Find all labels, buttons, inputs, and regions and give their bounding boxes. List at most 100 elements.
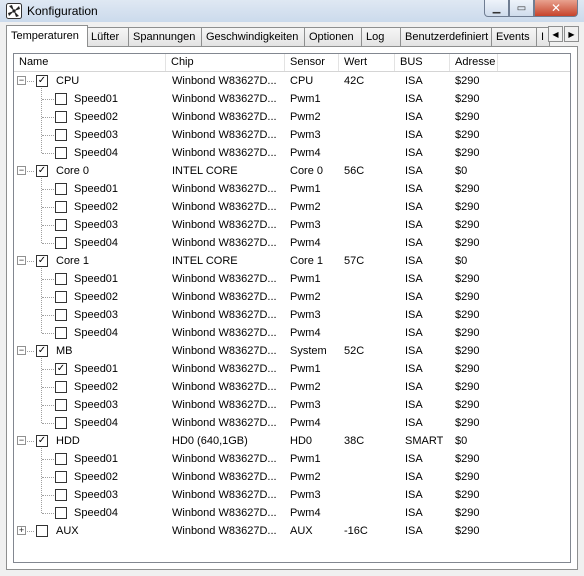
tab-optionen[interactable]: Optionen — [304, 27, 362, 46]
bus-cell: ISA — [405, 165, 423, 177]
collapse-icon[interactable]: − — [17, 346, 26, 355]
speed-checkbox[interactable] — [55, 237, 67, 249]
chip-cell: Winbond W83627D... — [172, 345, 277, 357]
speed-checkbox[interactable] — [55, 93, 67, 105]
speed-checkbox[interactable] — [55, 147, 67, 159]
sensor-cell: Pwm2 — [290, 381, 321, 393]
tree-child-row[interactable]: Speed03 Winbond W83627D... Pwm3 ISA $290 — [14, 396, 570, 414]
tab-geschwindigkeiten[interactable]: Geschwindigkeiten — [201, 27, 305, 46]
collapse-icon[interactable]: − — [17, 256, 26, 265]
maximize-button[interactable]: ▭ — [509, 0, 534, 17]
adresse-cell: $290 — [455, 237, 480, 249]
adresse-cell: $0 — [455, 165, 468, 177]
sensor-checkbox[interactable]: ✓ — [36, 165, 48, 177]
adresse-cell: $290 — [455, 219, 480, 231]
collapse-icon[interactable]: − — [17, 436, 26, 445]
tree-node-row[interactable]: + AUX Winbond W83627D... AUX -16C ISA $290 — [14, 522, 570, 540]
tree-node-row[interactable]: − ✓ HDD HD0 (640,1GB) HD0 38C SMART $0 — [14, 432, 570, 513]
close-button[interactable]: ✕ — [534, 0, 578, 17]
speed-checkbox[interactable] — [55, 183, 67, 195]
tree-child-row[interactable]: Speed04 Winbond W83627D... Pwm4 ISA $290 — [14, 234, 570, 252]
tab-benutzerdefiniert[interactable]: Benutzerdefiniert — [400, 27, 492, 46]
speed-checkbox[interactable] — [55, 489, 67, 501]
column-header-bus[interactable]: BUS — [395, 54, 450, 71]
tree-node-row[interactable]: − ✓ Core 0 INTEL CORE Core 0 56C ISA $0 — [14, 162, 570, 243]
tab-scroll-left-button[interactable]: ◀ — [548, 26, 563, 42]
collapse-icon[interactable]: − — [17, 76, 26, 85]
tree-child-row[interactable]: Speed01 Winbond W83627D... Pwm1 ISA $290 — [14, 90, 570, 108]
tree-child-row[interactable]: Speed01 Winbond W83627D... Pwm1 ISA $290 — [14, 270, 570, 288]
sensor-cell: Pwm1 — [290, 273, 321, 285]
speed-checkbox[interactable] — [55, 399, 67, 411]
tree-child-row[interactable]: Speed03 Winbond W83627D... Pwm3 ISA $290 — [14, 216, 570, 234]
tree-node-row[interactable]: − ✓ MB Winbond W83627D... System 52C ISA $290 — [14, 342, 570, 423]
sensor-checkbox[interactable]: ✓ — [36, 345, 48, 357]
speed-checkbox[interactable] — [55, 291, 67, 303]
bus-cell: ISA — [405, 525, 423, 537]
tree-child-row[interactable]: Speed03 Winbond W83627D... Pwm3 ISA $290 — [14, 126, 570, 144]
speed-checkbox[interactable] — [55, 201, 67, 213]
tree-child-row[interactable]: Speed02 Winbond W83627D... Pwm2 ISA $290 — [14, 198, 570, 216]
adresse-cell: $290 — [455, 345, 480, 357]
tree-node-row[interactable]: − ✓ CPU Winbond W83627D... CPU 42C ISA $290 — [14, 72, 570, 153]
column-header-wert[interactable]: Wert — [339, 54, 395, 71]
speed-name: Speed04 — [74, 237, 119, 249]
tab-log[interactable]: Log — [361, 27, 401, 46]
speed-checkbox[interactable] — [55, 111, 67, 123]
speed-checkbox[interactable] — [55, 507, 67, 519]
speed-checkbox[interactable]: ✓ — [55, 363, 67, 375]
sensor-cell: Pwm2 — [290, 111, 321, 123]
tree-child-row[interactable]: Speed03 Winbond W83627D... Pwm3 ISA $290 — [14, 486, 570, 504]
tree-child-row[interactable]: Speed04 Winbond W83627D... Pwm4 ISA $290 — [14, 324, 570, 342]
tree-child-row[interactable]: Speed04 Winbond W83627D... Pwm4 ISA $290 — [14, 414, 570, 432]
tree-child-row[interactable]: Speed04 Winbond W83627D... Pwm4 ISA $290 — [14, 504, 570, 522]
sensor-checkbox[interactable]: ✓ — [36, 435, 48, 447]
sensor-checkbox[interactable]: ✓ — [36, 255, 48, 267]
tab-temperaturen[interactable]: Temperaturen — [6, 25, 88, 47]
adresse-cell: $290 — [455, 111, 480, 123]
speed-checkbox[interactable] — [55, 129, 67, 141]
tab-scroll-right-button[interactable]: ▶ — [564, 26, 579, 42]
column-header-chip[interactable]: Chip — [166, 54, 285, 71]
tree-child-row[interactable]: Speed03 Winbond W83627D... Pwm3 ISA $290 — [14, 306, 570, 324]
minimize-button[interactable]: ▁ — [484, 0, 509, 17]
speed-checkbox[interactable] — [55, 381, 67, 393]
adresse-cell: $290 — [455, 525, 480, 537]
tree-child-row[interactable]: Speed02 Winbond W83627D... Pwm2 ISA $290 — [14, 288, 570, 306]
chip-cell: Winbond W83627D... — [172, 291, 277, 303]
sensor-checkbox[interactable]: ✓ — [36, 75, 48, 87]
tab-luefter[interactable]: Lüfter — [86, 27, 129, 46]
expand-icon[interactable]: + — [17, 526, 26, 535]
tree-child-row[interactable]: Speed01 Winbond W83627D... Pwm1 ISA $290 — [14, 450, 570, 468]
tree-child-row[interactable]: Speed02 Winbond W83627D... Pwm2 ISA $290 — [14, 108, 570, 126]
adresse-cell: $290 — [455, 507, 480, 519]
sensor-tree-list[interactable]: Name Chip Sensor Wert BUS Adresse − ✓ CPU W… — [13, 53, 571, 563]
sensor-name: AUX — [56, 525, 79, 537]
speed-checkbox[interactable] — [55, 309, 67, 321]
title-bar[interactable]: Konfiguration ▁ ▭ ✕ — [0, 0, 584, 22]
bus-cell: ISA — [405, 273, 423, 285]
speed-name: Speed02 — [74, 471, 119, 483]
tree-child-row[interactable]: Speed01 Winbond W83627D... Pwm1 ISA $290 — [14, 180, 570, 198]
column-header-adresse[interactable]: Adresse — [450, 54, 498, 71]
speed-checkbox[interactable] — [55, 219, 67, 231]
sensor-name: Core 1 — [56, 255, 90, 267]
tree-child-row[interactable]: Speed02 Winbond W83627D... Pwm2 ISA $290 — [14, 468, 570, 486]
tree-child-row[interactable]: Speed04 Winbond W83627D... Pwm4 ISA $290 — [14, 144, 570, 162]
speed-checkbox[interactable] — [55, 417, 67, 429]
speed-checkbox[interactable] — [55, 453, 67, 465]
column-header-name[interactable]: Name — [14, 54, 166, 71]
tree-child-row[interactable]: ✓ Speed01 Winbond W83627D... Pwm1 ISA $290 — [14, 360, 570, 378]
speed-checkbox[interactable] — [55, 471, 67, 483]
tree-node-row[interactable]: − ✓ Core 1 INTEL CORE Core 1 57C ISA $0 — [14, 252, 570, 333]
tree-child-row[interactable]: Speed02 Winbond W83627D... Pwm2 ISA $290 — [14, 378, 570, 396]
bus-cell: ISA — [405, 147, 423, 159]
collapse-icon[interactable]: − — [17, 166, 26, 175]
sensor-checkbox[interactable] — [36, 525, 48, 537]
speed-checkbox[interactable] — [55, 327, 67, 339]
speed-checkbox[interactable] — [55, 273, 67, 285]
wert-cell: 42C — [344, 75, 365, 87]
column-header-sensor[interactable]: Sensor — [285, 54, 339, 71]
tab-spannungen[interactable]: Spannungen — [128, 27, 202, 46]
tab-events[interactable]: Events — [491, 27, 537, 46]
